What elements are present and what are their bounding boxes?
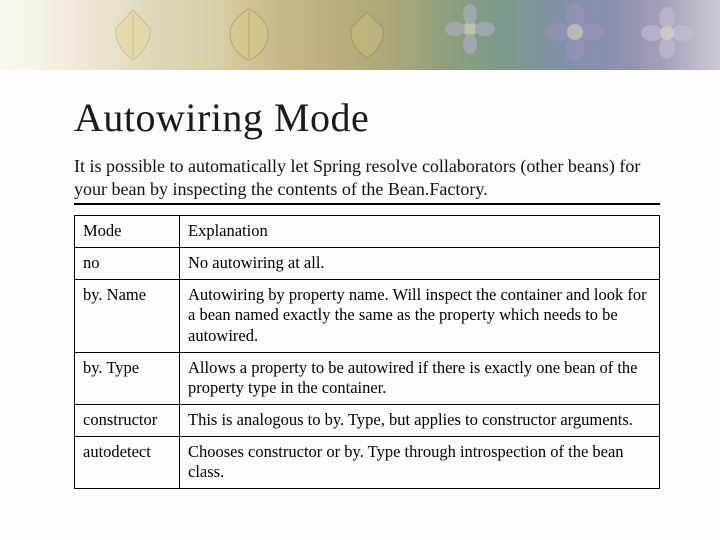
- cell-mode: autodetect: [75, 437, 180, 489]
- col-explanation-header: Explanation: [180, 216, 660, 248]
- flower-icon: [545, 2, 605, 66]
- leaf-icon: [110, 8, 156, 62]
- intro-text: It is possible to automatically let Spri…: [74, 155, 660, 205]
- flower-icon: [445, 4, 495, 62]
- slide-title: Autowiring Mode: [74, 94, 660, 141]
- table-row: autodetect Chooses constructor or by. Ty…: [75, 437, 660, 489]
- table-row: by. Type Allows a property to be autowir…: [75, 352, 660, 404]
- leaf-icon: [345, 10, 389, 60]
- cell-explanation: No autowiring at all.: [180, 248, 660, 280]
- decorative-banner: [0, 0, 720, 70]
- cell-mode: no: [75, 248, 180, 280]
- slide-content: Autowiring Mode It is possible to automa…: [0, 70, 720, 489]
- cell-explanation: This is analogous to by. Type, but appli…: [180, 404, 660, 436]
- cell-mode: constructor: [75, 404, 180, 436]
- cell-mode: by. Type: [75, 352, 180, 404]
- table-row: no No autowiring at all.: [75, 248, 660, 280]
- modes-table: Mode Explanation no No autowiring at all…: [74, 215, 660, 489]
- table-header-row: Mode Explanation: [75, 216, 660, 248]
- cell-explanation: Allows a property to be autowired if the…: [180, 352, 660, 404]
- cell-mode: by. Name: [75, 280, 180, 352]
- table-row: constructor This is analogous to by. Typ…: [75, 404, 660, 436]
- leaf-icon: [225, 6, 273, 62]
- col-mode-header: Mode: [75, 216, 180, 248]
- flower-icon: [640, 6, 694, 64]
- cell-explanation: Autowiring by property name. Will inspec…: [180, 280, 660, 352]
- table-row: by. Name Autowiring by property name. Wi…: [75, 280, 660, 352]
- cell-explanation: Chooses constructor or by. Type through …: [180, 437, 660, 489]
